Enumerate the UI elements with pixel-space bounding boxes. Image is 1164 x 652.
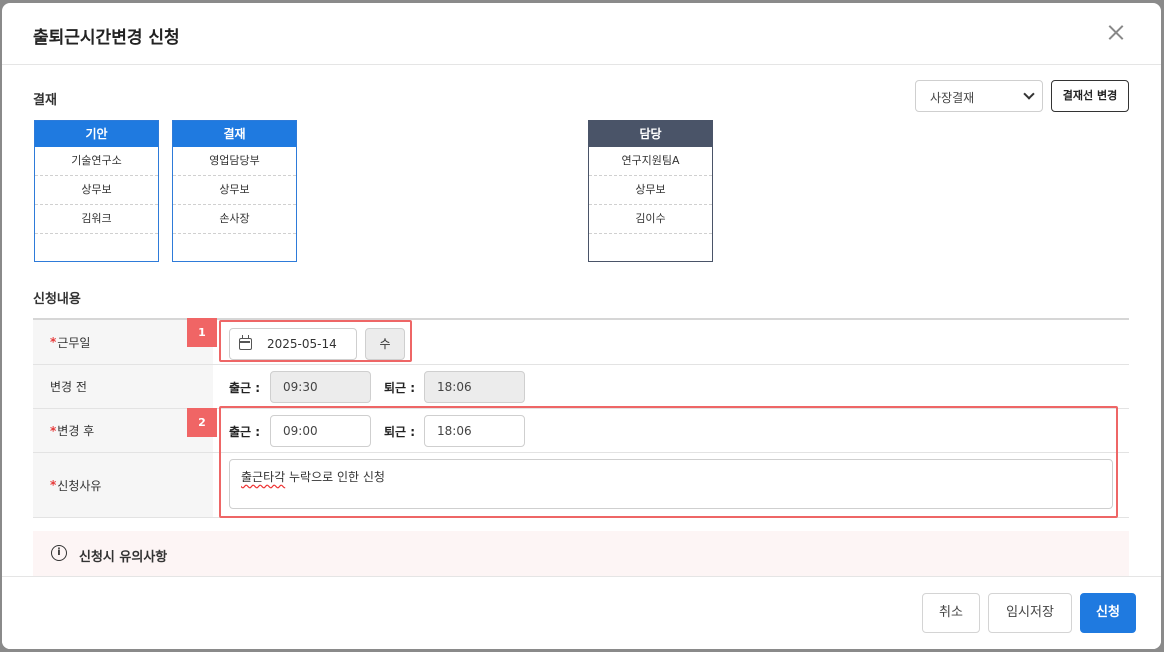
before-in-time: 09:30	[270, 371, 371, 403]
approval-line-select-value: 사장결재	[930, 91, 975, 105]
after-label: * 변경 후	[33, 409, 213, 452]
approval-cell-dept: 기술연구소	[35, 147, 158, 176]
before-label: 변경 전	[33, 365, 213, 408]
highlight-box-2	[219, 406, 1118, 518]
approval-line-select[interactable]: 사장결재	[915, 80, 1043, 112]
change-approval-line-button[interactable]: 결재선 변경	[1051, 80, 1129, 112]
cancel-button[interactable]: 취소	[922, 593, 980, 633]
approval-cell-sign	[589, 234, 712, 263]
approval-box-head: 담당	[589, 121, 712, 147]
required-mark: *	[50, 478, 57, 492]
before-in-label: 출근 :	[229, 381, 261, 395]
approval-cell-dept: 연구지원팀A	[589, 147, 712, 176]
save-draft-button[interactable]: 임시저장	[988, 593, 1072, 633]
approval-box-head: 결재	[173, 121, 296, 147]
approval-cell-name: 김이수	[589, 205, 712, 234]
approval-cell-position: 상무보	[589, 176, 712, 205]
approval-cell-position: 상무보	[173, 176, 296, 205]
reason-label-text: 신청사유	[57, 478, 102, 493]
approval-section-label: 결재	[33, 93, 57, 108]
highlight-box-1	[219, 320, 412, 362]
before-out-label: 퇴근 :	[384, 381, 416, 395]
highlight-badge-2: 2	[187, 408, 217, 437]
reason-label: * 신청사유	[33, 453, 213, 517]
info-icon: i	[51, 545, 67, 561]
approval-box-head: 기안	[35, 121, 158, 147]
approval-box-manager: 담당 연구지원팀A 상무보 김이수	[588, 120, 713, 262]
work-date-label-text: 근무일	[57, 335, 91, 350]
modal-title: 출퇴근시간변경 신청	[33, 28, 180, 48]
approval-box-draft: 기안 기술연구소 상무보 김워크	[34, 120, 159, 262]
row-before: 변경 전 출근 : 09:30 퇴근 : 18:06	[33, 365, 1129, 409]
after-label-text: 변경 후	[57, 424, 95, 438]
modal-header: 출퇴근시간변경 신청	[2, 3, 1161, 65]
approval-cell-position: 상무보	[35, 176, 158, 205]
required-mark: *	[50, 423, 57, 438]
before-out-time: 18:06	[424, 371, 525, 403]
required-mark: *	[50, 335, 57, 349]
approval-cell-name: 손사장	[173, 205, 296, 234]
work-date-label: * 근무일	[33, 320, 213, 364]
modal-dialog: 출퇴근시간변경 신청 결재 사장결재 결재선 변경 기안 기술연구소 상무보 김…	[2, 3, 1161, 649]
approval-cell-sign	[173, 234, 296, 263]
chevron-down-icon	[1023, 88, 1035, 100]
modal-footer: 취소 임시저장 신청	[2, 576, 1161, 649]
approval-cell-sign	[35, 234, 158, 263]
highlight-badge-1: 1	[187, 318, 217, 347]
submit-button[interactable]: 신청	[1080, 593, 1136, 633]
approval-cell-dept: 영업담당부	[173, 147, 296, 176]
close-icon[interactable]	[1104, 21, 1128, 45]
approval-cell-name: 김워크	[35, 205, 158, 234]
notice-panel: i 신청시 유의사항	[33, 531, 1129, 577]
notice-title: 신청시 유의사항	[79, 550, 168, 565]
approval-box-approve: 결재 영업담당부 상무보 손사장	[172, 120, 297, 262]
request-section-label: 신청내용	[33, 292, 81, 307]
